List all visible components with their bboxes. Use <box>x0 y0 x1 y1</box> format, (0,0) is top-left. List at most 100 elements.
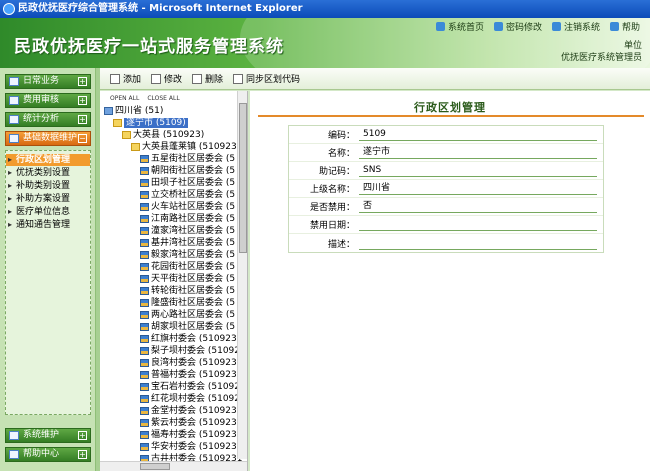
field-label: 描述： <box>327 239 355 250</box>
edit-button[interactable]: 修改 <box>151 72 182 85</box>
sidebar: 日常业务+ 费用审核+ 统计分析+ 基础数据维护− 行政区划管理 优抚类别设置 … <box>0 68 96 471</box>
tree-node[interactable]: 转轮街社区居委会 (5 <box>100 285 247 297</box>
expand-icon: + <box>78 77 87 86</box>
expand-icon: + <box>78 96 87 105</box>
window-title: 民政优抚医疗综合管理系统 - Microsoft Internet Explor… <box>18 3 303 14</box>
tree-node[interactable]: 大英县 (510923) <box>100 129 247 141</box>
tree-node[interactable]: 良湾村委会 (5109231 <box>100 357 247 369</box>
village-icon <box>140 382 149 391</box>
tree-node-label: 遂宁市 (5109) <box>124 118 188 128</box>
header-banner: 民政优抚医疗一站式服务管理系统 系统首页 密码修改 注销系统 帮助 单位 优抚医… <box>0 18 650 68</box>
field-value[interactable] <box>359 237 597 250</box>
tree-node[interactable]: 红花坝村委会 (51092 <box>100 393 247 405</box>
tree-node[interactable]: 五星街社区居委会 (5 <box>100 153 247 165</box>
tree-node[interactable]: 立交桥社区居委会 (5 <box>100 189 247 201</box>
tree-horizontal-scrollbar[interactable] <box>100 461 247 471</box>
logout-link[interactable]: 注销系统 <box>551 20 600 33</box>
submenu-notice-management[interactable]: 通知通告管理 <box>6 219 90 231</box>
user-label: 优抚医疗系统管理员 <box>560 53 642 63</box>
form-row: 名称： 遂宁市 <box>289 144 603 162</box>
password-link[interactable]: 密码修改 <box>493 20 542 33</box>
village-icon <box>140 394 149 403</box>
close-all-button[interactable]: CLOSE ALL <box>147 95 179 102</box>
field-value[interactable]: 5109 <box>359 128 597 141</box>
tree-node-label: 红花坝村委会 (51092 <box>151 394 241 404</box>
tree-node[interactable]: 华安村委会 (5109231 <box>100 441 247 453</box>
field-value[interactable]: 否 <box>359 200 597 213</box>
section-fee-audit[interactable]: 费用审核 + <box>5 93 91 108</box>
section-statistics[interactable]: 统计分析 + <box>5 112 91 127</box>
open-all-button[interactable]: OPEN ALL <box>110 95 139 102</box>
field-value[interactable] <box>359 218 597 231</box>
help-link[interactable]: 帮助 <box>609 20 640 33</box>
tree-node[interactable]: 四川省 (51) <box>100 105 247 117</box>
tree-node-label: 宝石岩村委会 (51092 <box>151 382 241 392</box>
section-help-center[interactable]: 帮助中心 + <box>5 447 91 462</box>
field-value[interactable]: 遂宁市 <box>359 146 597 159</box>
tree-vertical-scrollbar[interactable] <box>237 91 247 459</box>
logout-icon <box>551 22 561 31</box>
submenu-care-category[interactable]: 优抚类别设置 <box>6 167 90 179</box>
tree-node[interactable]: 花园街社区居委会 (5 <box>100 261 247 273</box>
tree-node[interactable]: 胡家坝社区居委会 (5 <box>100 321 247 333</box>
tree-node[interactable]: 朝阳街社区居委会 (5 <box>100 165 247 177</box>
toolbar: 添加 修改 删除 同步区划代码 <box>100 68 650 90</box>
tree-node[interactable]: 梨子坝村委会 (51092 <box>100 345 247 357</box>
form-row: 助记码： SNS <box>289 162 603 180</box>
village-icon <box>140 358 149 367</box>
tree-node[interactable]: 江南路社区居委会 (5 <box>100 213 247 225</box>
tree-node[interactable]: 两心路社区居委会 (5 <box>100 309 247 321</box>
home-link[interactable]: 系统首页 <box>435 20 484 33</box>
village-icon <box>140 166 149 175</box>
tree-node[interactable]: 遂宁市 (5109) <box>100 117 247 129</box>
region-tree: OPEN ALL CLOSE ALL 四川省 (51) 遂宁市 (5109) 大英县… <box>100 91 248 471</box>
submenu-subsidy-category[interactable]: 补助类别设置 <box>6 180 90 192</box>
title-divider <box>258 115 644 117</box>
section-daily-business[interactable]: 日常业务 + <box>5 74 91 89</box>
tree-node[interactable]: 火车站社区居委会 (5 <box>100 201 247 213</box>
scroll-thumb[interactable] <box>239 103 247 253</box>
tree-node[interactable]: 潼家湾社区居委会 (5 <box>100 225 247 237</box>
tree-node[interactable]: 大英县蓬莱镇 (510923100 <box>100 141 247 153</box>
expand-icon: + <box>78 431 87 440</box>
tree-node[interactable]: 普福村委会 (5109231 <box>100 369 247 381</box>
tree-node[interactable]: 毅家湾社区居委会 (5 <box>100 249 247 261</box>
tree-node[interactable]: 田坝子社区居委会 (5 <box>100 177 247 189</box>
basic-data-submenu: 行政区划管理 优抚类别设置 补助类别设置 补助方案设置 医疗单位信息 通知通告管… <box>5 150 91 415</box>
sync-code-button[interactable]: 同步区划代码 <box>233 72 300 85</box>
village-icon <box>140 370 149 379</box>
section-system-maintenance[interactable]: 系统维护 + <box>5 428 91 443</box>
tree-node[interactable]: 紫云村委会 (5109231 <box>100 417 247 429</box>
tree-node[interactable]: 福寿村委会 (5109231 <box>100 429 247 441</box>
field-value[interactable]: SNS <box>359 164 597 177</box>
scroll-thumb[interactable] <box>140 463 170 470</box>
tree-node[interactable]: 红旗村委会 (5109231 <box>100 333 247 345</box>
tree-node[interactable]: 天平街社区居委会 (5 <box>100 273 247 285</box>
village-icon <box>140 286 149 295</box>
delete-button[interactable]: 删除 <box>192 72 223 85</box>
field-value[interactable]: 四川省 <box>359 182 597 195</box>
form-row: 描述： <box>289 234 603 252</box>
detail-panel: 行政区划管理 编码： 5109 名称： 遂宁市 助记码： SNS 上级名称： 四川省 是否禁用：… <box>250 91 650 471</box>
window-titlebar: 民政优抚医疗综合管理系统 - Microsoft Internet Explor… <box>0 0 650 18</box>
unit-label: 单位 <box>623 41 642 51</box>
add-button[interactable]: 添加 <box>110 72 141 85</box>
tree-node[interactable]: 宝石岩村委会 (51092 <box>100 381 247 393</box>
sync-icon <box>233 73 244 84</box>
form-title: 行政区划管理 <box>414 101 486 114</box>
help-icon <box>609 22 619 31</box>
submenu-medical-unit[interactable]: 医疗单位信息 <box>6 206 90 218</box>
section-basic-data[interactable]: 基础数据维护 − <box>5 131 91 146</box>
tree-node[interactable]: 隆盛街社区居委会 (5 <box>100 297 247 309</box>
tree-node[interactable]: 基井湾社区居委会 (5 <box>100 237 247 249</box>
field-label: 是否禁用： <box>309 203 355 213</box>
form-row: 编码： 5109 <box>289 126 603 144</box>
tree-node[interactable]: 金堂村委会 (5109231 <box>100 405 247 417</box>
submenu-region-management[interactable]: 行政区划管理 <box>6 154 90 166</box>
village-icon <box>140 322 149 331</box>
submenu-subsidy-plan[interactable]: 补助方案设置 <box>6 193 90 205</box>
folder-icon <box>113 118 122 127</box>
tree-node-label: 华安村委会 (5109231 <box>151 442 243 452</box>
tree-node-label: 转轮街社区居委会 (5 <box>151 286 236 296</box>
add-icon <box>110 73 120 84</box>
